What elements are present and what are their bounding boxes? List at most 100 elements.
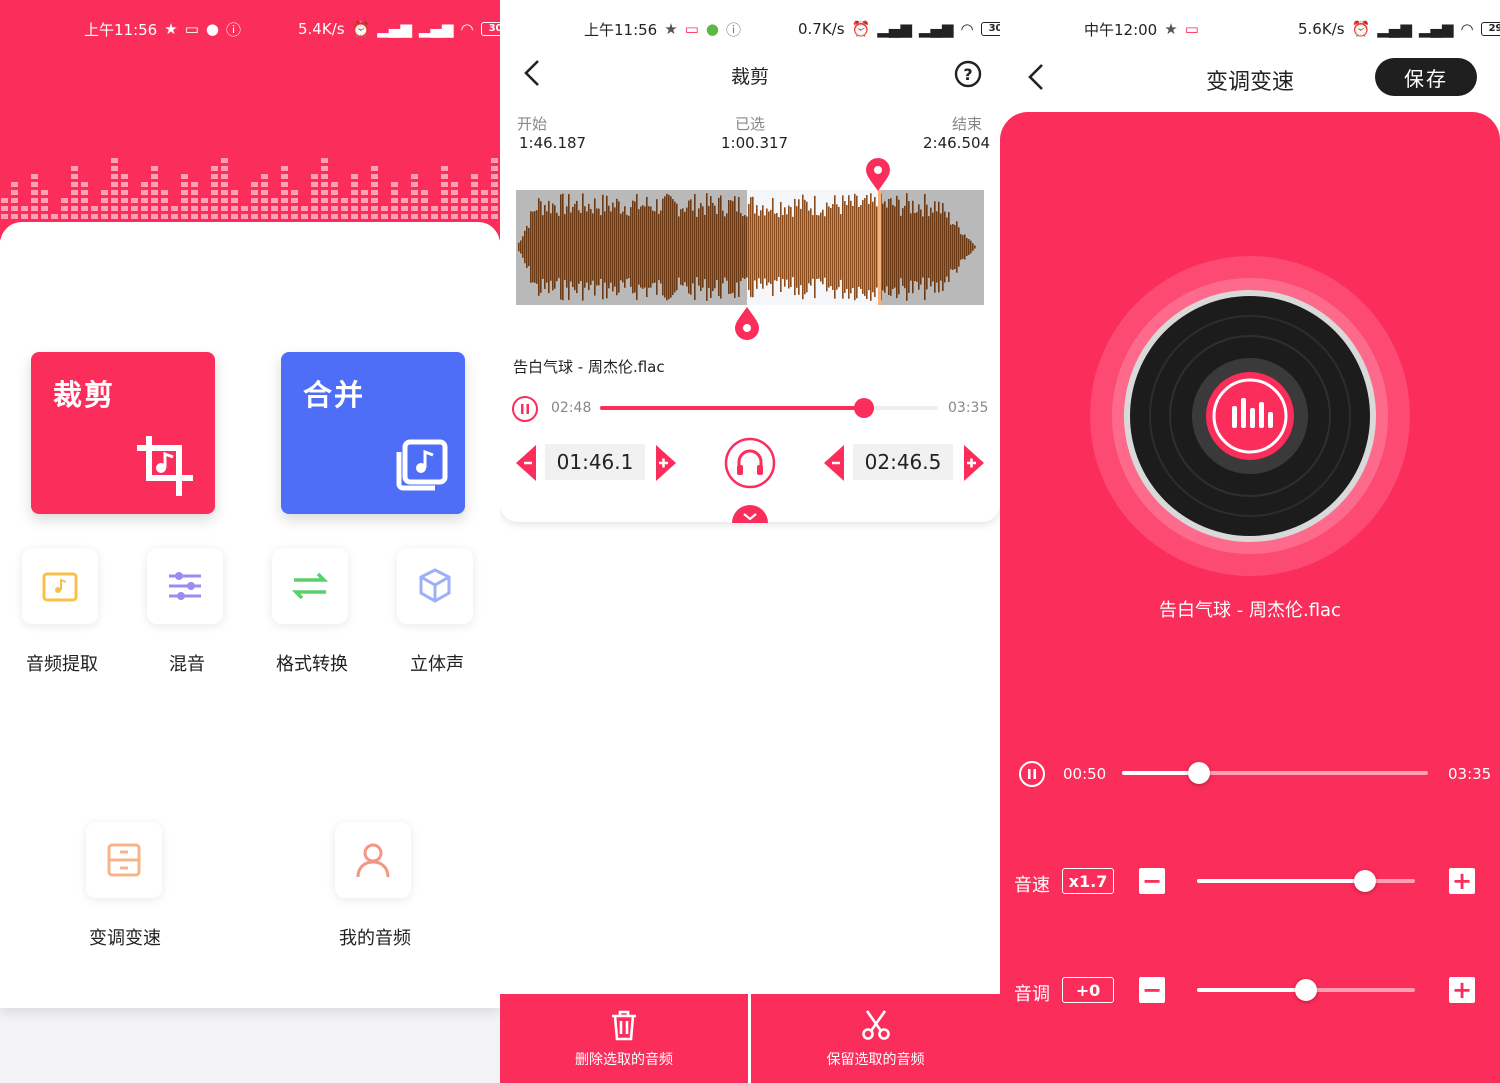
back-arrow-icon[interactable] <box>520 58 544 88</box>
tool-audio-extract[interactable] <box>22 548 98 624</box>
waveform-bar <box>962 235 964 259</box>
waveform-bar <box>938 201 940 293</box>
equalizer-dot <box>111 166 118 171</box>
equalizer-dot <box>151 166 158 171</box>
end-time-input[interactable]: 02:46.5 <box>853 444 953 480</box>
progress-knob[interactable] <box>1187 762 1210 784</box>
start-increase-button[interactable] <box>654 444 678 482</box>
end-increase-button[interactable] <box>962 444 986 482</box>
equalizer-dot <box>211 198 218 203</box>
end-handle-pin-icon[interactable] <box>864 158 892 192</box>
end-decrease-button[interactable] <box>822 444 846 482</box>
start-handle-pin-icon[interactable] <box>733 306 761 340</box>
equalizer-dot <box>161 198 168 203</box>
tone-slider-knob[interactable] <box>1295 979 1317 1001</box>
start-decrease-button[interactable] <box>514 444 538 482</box>
save-button[interactable]: 保存 <box>1375 58 1477 96</box>
equalizer-dot <box>171 214 178 219</box>
waveform-bar <box>578 210 580 284</box>
headphones-preview-icon[interactable] <box>724 437 776 489</box>
waveform-bar <box>770 209 772 285</box>
waveform-bar <box>612 202 614 292</box>
waveform-bar <box>814 195 816 299</box>
equalizer-dot <box>461 198 468 203</box>
waveform-bar <box>618 201 620 293</box>
speed-increase-button[interactable]: + <box>1449 868 1475 894</box>
waveform-bar <box>718 197 720 297</box>
waveform-bar <box>840 214 842 280</box>
waveform-bar <box>600 215 602 279</box>
progress-knob[interactable] <box>853 398 874 418</box>
equalizer-dot <box>271 206 278 211</box>
waveform-bar <box>644 206 646 288</box>
waveform-bar <box>762 205 764 289</box>
waveform-bar <box>556 212 558 282</box>
equalizer-dot <box>181 174 188 179</box>
start-time-input[interactable]: 01:46.1 <box>545 444 645 480</box>
waveform-bar <box>622 211 624 283</box>
waveform-bar <box>706 193 708 301</box>
equalizer-dot <box>71 206 78 211</box>
waveform-bar <box>646 196 648 298</box>
pause-icon[interactable] <box>511 395 539 423</box>
tool-stereo[interactable] <box>397 548 473 624</box>
crop-tile[interactable]: 裁剪 <box>31 352 215 514</box>
waveform-bar <box>918 204 920 290</box>
speed-decrease-button[interactable]: − <box>1139 868 1165 894</box>
speed-slider-knob[interactable] <box>1353 870 1376 892</box>
tool-mixer[interactable] <box>147 548 223 624</box>
waveform-bar <box>892 204 894 290</box>
equalizer-dot <box>121 190 128 195</box>
progress-track[interactable] <box>600 406 938 410</box>
equalizer-dot <box>441 174 448 179</box>
equalizer-dot <box>131 206 138 211</box>
waveform-bar <box>900 215 902 279</box>
equalizer-dot <box>321 214 328 219</box>
speed-slider-track[interactable] <box>1197 879 1415 883</box>
waveform-bar <box>692 210 694 284</box>
equalizer-dot <box>61 198 68 203</box>
waveform-bar <box>784 207 786 287</box>
tool-format-convert[interactable] <box>272 548 348 624</box>
equalizer-dot <box>191 182 198 187</box>
waveform-bar <box>652 210 654 284</box>
waveform-bar <box>876 206 878 288</box>
progress-track[interactable] <box>1122 771 1428 775</box>
tool-label: 我的音频 <box>339 928 411 949</box>
delete-selection-button[interactable]: 删除选取的音频 <box>500 994 748 1083</box>
equalizer-dot <box>371 166 378 171</box>
tone-increase-button[interactable]: + <box>1449 977 1475 1003</box>
waveform-bar <box>626 214 628 280</box>
waveform-bar <box>532 211 534 283</box>
equalizer-dot <box>391 198 398 203</box>
collapse-chevron-icon[interactable] <box>731 504 769 524</box>
equalizer-dot <box>481 198 488 203</box>
equalizer-dot <box>141 214 148 219</box>
waveform-bar <box>846 205 848 289</box>
svg-text:?: ? <box>963 65 972 84</box>
equalizer-dot <box>491 166 498 171</box>
equalizer-dot <box>221 214 228 219</box>
equalizer-dot <box>71 198 78 203</box>
equalizer-dot <box>111 174 118 179</box>
equalizer-dot <box>391 190 398 195</box>
waveform[interactable] <box>516 190 984 305</box>
tool-pitch-speed[interactable] <box>86 822 162 898</box>
waveform-bar <box>694 194 696 300</box>
tool-my-audio[interactable] <box>335 822 411 898</box>
equalizer-dot <box>111 214 118 219</box>
pause-icon[interactable] <box>1018 760 1046 788</box>
waveform-bar <box>772 198 774 296</box>
back-arrow-icon[interactable] <box>1024 62 1048 92</box>
merge-tile[interactable]: 合并 <box>281 352 465 514</box>
tone-value-badge: +0 <box>1062 977 1114 1003</box>
help-icon[interactable]: ? <box>954 60 982 88</box>
tone-decrease-button[interactable]: − <box>1139 977 1165 1003</box>
equalizer-dot <box>241 214 248 219</box>
status-bar-right: 0.7K/s ⏰ ▂▄▆ ▂▄▆ ◠ 30 <box>798 14 1000 44</box>
equalizer-dot <box>31 190 38 195</box>
equalizer-dot <box>231 198 238 203</box>
keep-selection-button[interactable]: 保留选取的音频 <box>751 994 1000 1083</box>
waveform-bar <box>568 194 570 300</box>
star-icon: ★ <box>1164 20 1178 38</box>
